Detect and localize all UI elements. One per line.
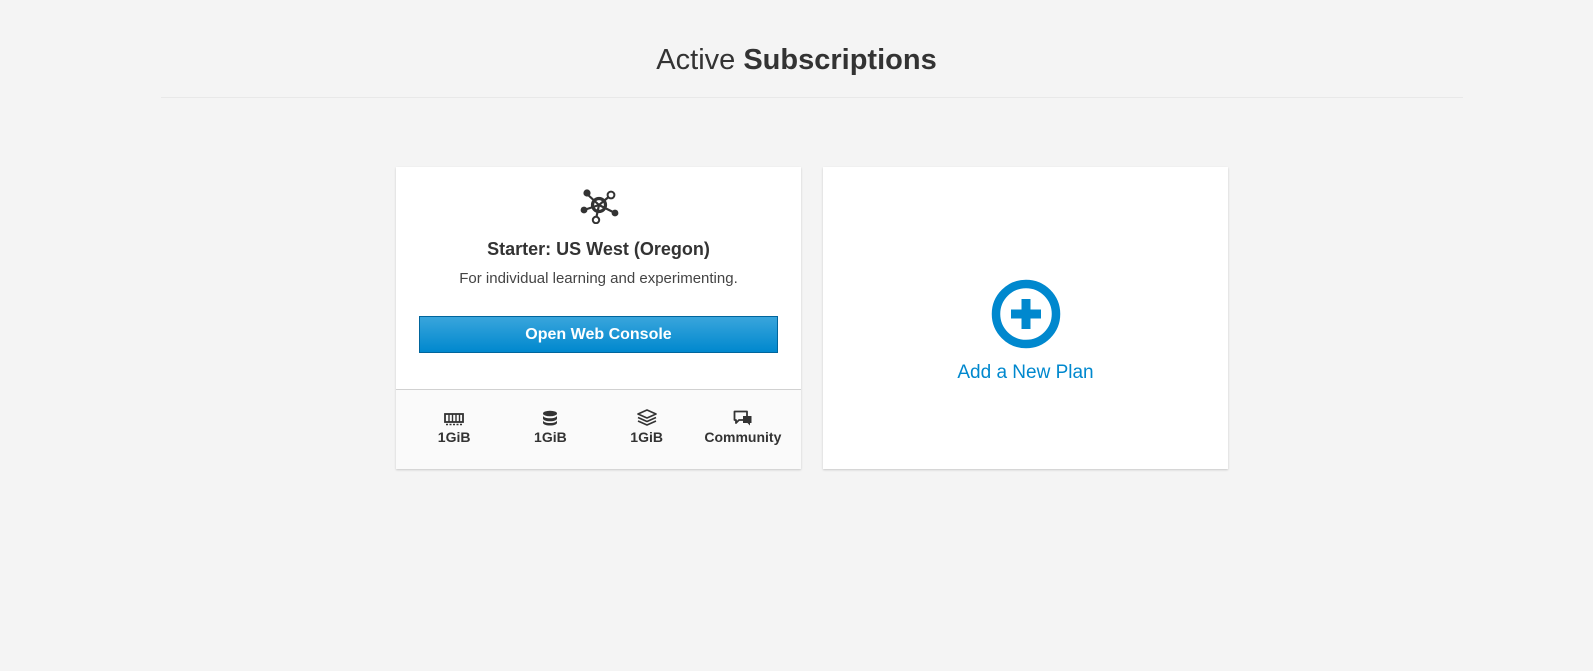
stat-support-label: Community (704, 429, 782, 445)
database-icon (543, 410, 558, 426)
layers-icon (636, 409, 657, 426)
memory-icon (444, 413, 465, 426)
stat-support: Community (695, 390, 791, 469)
add-plan-label[interactable]: Add a New Plan (823, 362, 1228, 384)
plan-title: Starter: US West (Oregon) (487, 239, 710, 259)
plus-circle-icon (991, 279, 1060, 349)
plan-description: For individual learning and experimentin… (459, 270, 738, 287)
header-divider (161, 97, 1463, 98)
stat-volume-label: 1GiB (630, 429, 663, 445)
page-title-bold: Subscriptions (743, 44, 937, 76)
page-title-light: Active (656, 44, 736, 76)
stat-storage-label: 1GiB (534, 429, 567, 445)
add-plan-card[interactable]: Add a New Plan (823, 167, 1228, 469)
add-plan-link[interactable]: Add a New Plan (823, 279, 1228, 384)
stat-memory-label: 1GiB (437, 429, 471, 445)
plan-stats: 1GiB 1GiB 1GiB Community (396, 389, 801, 469)
stat-storage: 1GiB (502, 390, 598, 469)
page-header: Active Subscriptions (0, 0, 1593, 78)
open-web-console-button[interactable]: Open Web Console (419, 316, 778, 353)
chat-icon (733, 410, 752, 426)
stat-memory: 1GiB (406, 390, 502, 469)
stat-volume: 1GiB (599, 390, 695, 469)
network-nodes-icon (580, 189, 619, 224)
page-title: Active Subscriptions (0, 0, 1593, 78)
subscription-card: Starter: US West (Oregon) For individual… (396, 167, 801, 469)
